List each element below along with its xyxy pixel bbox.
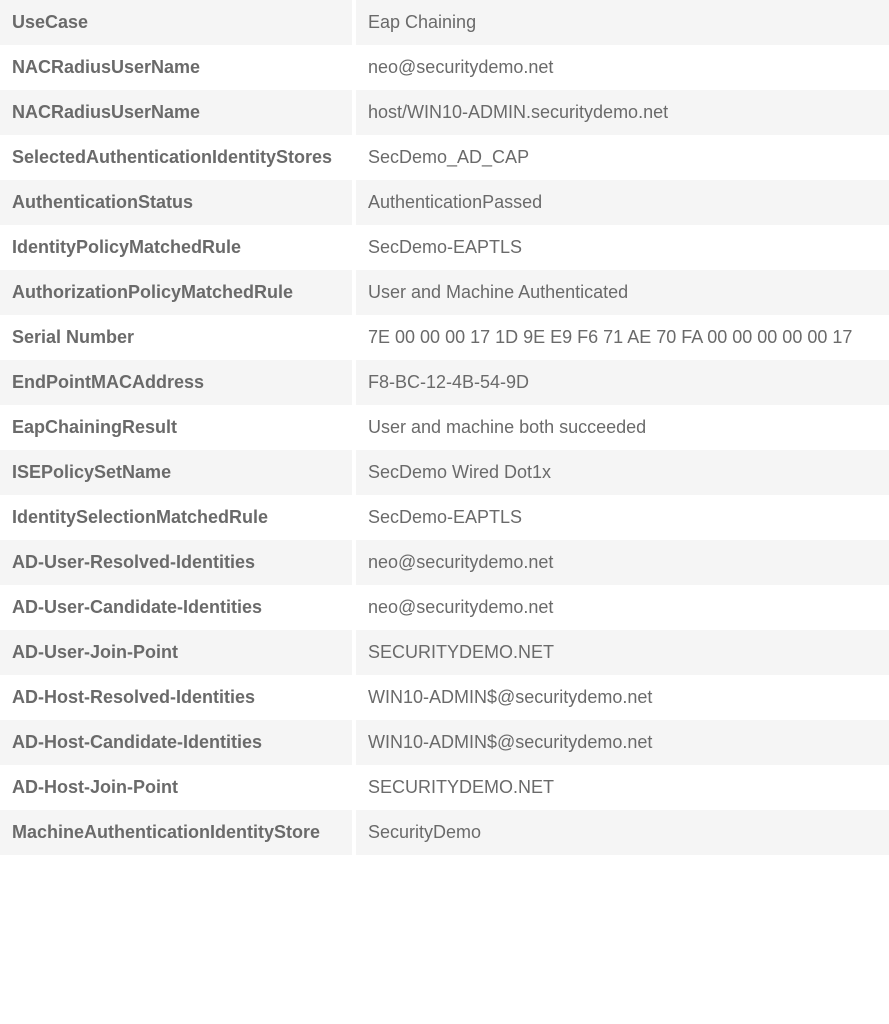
table-row: ISEPolicySetNameSecDemo Wired Dot1x xyxy=(0,450,889,495)
attribute-value: WIN10-ADMIN$@securitydemo.net xyxy=(356,675,889,720)
attribute-name: AuthorizationPolicyMatchedRule xyxy=(0,270,356,315)
table-row: EndPointMACAddressF8-BC-12-4B-54-9D xyxy=(0,360,889,405)
attribute-value: SecurityDemo xyxy=(356,810,889,855)
attribute-value: User and machine both succeeded xyxy=(356,405,889,450)
attribute-name: ISEPolicySetName xyxy=(0,450,356,495)
attribute-value: neo@securitydemo.net xyxy=(356,540,889,585)
table-row: MachineAuthenticationIdentityStoreSecuri… xyxy=(0,810,889,855)
attribute-name: NACRadiusUserName xyxy=(0,45,356,90)
attribute-name: IdentityPolicyMatchedRule xyxy=(0,225,356,270)
attribute-value: F8-BC-12-4B-54-9D xyxy=(356,360,889,405)
attribute-value: SECURITYDEMO.NET xyxy=(356,765,889,810)
attribute-name: AD-Host-Candidate-Identities xyxy=(0,720,356,765)
attribute-name: UseCase xyxy=(0,0,356,45)
attribute-value: AuthenticationPassed xyxy=(356,180,889,225)
table-row: NACRadiusUserNamehost/WIN10-ADMIN.securi… xyxy=(0,90,889,135)
attribute-value: neo@securitydemo.net xyxy=(356,585,889,630)
table-row: AuthenticationStatusAuthenticationPassed xyxy=(0,180,889,225)
table-row: AD-Host-Candidate-IdentitiesWIN10-ADMIN$… xyxy=(0,720,889,765)
attribute-name: NACRadiusUserName xyxy=(0,90,356,135)
attribute-value: WIN10-ADMIN$@securitydemo.net xyxy=(356,720,889,765)
table-row: EapChainingResultUser and machine both s… xyxy=(0,405,889,450)
attribute-name: AD-Host-Resolved-Identities xyxy=(0,675,356,720)
table-row: IdentitySelectionMatchedRuleSecDemo-EAPT… xyxy=(0,495,889,540)
table-row: AD-Host-Join-PointSECURITYDEMO.NET xyxy=(0,765,889,810)
attribute-name: AD-User-Join-Point xyxy=(0,630,356,675)
attribute-value: neo@securitydemo.net xyxy=(356,45,889,90)
attribute-name: SelectedAuthenticationIdentityStores xyxy=(0,135,356,180)
attribute-name: EapChainingResult xyxy=(0,405,356,450)
attribute-value: SECURITYDEMO.NET xyxy=(356,630,889,675)
table-row: UseCaseEap Chaining xyxy=(0,0,889,45)
table-row: NACRadiusUserNameneo@securitydemo.net xyxy=(0,45,889,90)
attribute-name: AD-User-Candidate-Identities xyxy=(0,585,356,630)
table-row: AuthorizationPolicyMatchedRuleUser and M… xyxy=(0,270,889,315)
attribute-name: EndPointMACAddress xyxy=(0,360,356,405)
table-row: SelectedAuthenticationIdentityStoresSecD… xyxy=(0,135,889,180)
attribute-table: UseCaseEap ChainingNACRadiusUserNameneo@… xyxy=(0,0,889,855)
table-row: AD-User-Join-PointSECURITYDEMO.NET xyxy=(0,630,889,675)
attribute-value: SecDemo Wired Dot1x xyxy=(356,450,889,495)
table-row: AD-User-Resolved-Identitiesneo@securityd… xyxy=(0,540,889,585)
attribute-value: SecDemo-EAPTLS xyxy=(356,495,889,540)
attribute-value: Eap Chaining xyxy=(356,0,889,45)
table-row: AD-Host-Resolved-IdentitiesWIN10-ADMIN$@… xyxy=(0,675,889,720)
attribute-value: SecDemo_AD_CAP xyxy=(356,135,889,180)
attribute-value: User and Machine Authenticated xyxy=(356,270,889,315)
table-row: Serial Number7E 00 00 00 17 1D 9E E9 F6 … xyxy=(0,315,889,360)
table-row: IdentityPolicyMatchedRuleSecDemo-EAPTLS xyxy=(0,225,889,270)
attribute-value: SecDemo-EAPTLS xyxy=(356,225,889,270)
attribute-name: Serial Number xyxy=(0,315,356,360)
attribute-name: AD-Host-Join-Point xyxy=(0,765,356,810)
attribute-value: 7E 00 00 00 17 1D 9E E9 F6 71 AE 70 FA 0… xyxy=(356,315,889,360)
attribute-name: IdentitySelectionMatchedRule xyxy=(0,495,356,540)
attribute-name: AD-User-Resolved-Identities xyxy=(0,540,356,585)
table-row: AD-User-Candidate-Identitiesneo@security… xyxy=(0,585,889,630)
attribute-value: host/WIN10-ADMIN.securitydemo.net xyxy=(356,90,889,135)
attribute-name: AuthenticationStatus xyxy=(0,180,356,225)
attribute-name: MachineAuthenticationIdentityStore xyxy=(0,810,356,855)
